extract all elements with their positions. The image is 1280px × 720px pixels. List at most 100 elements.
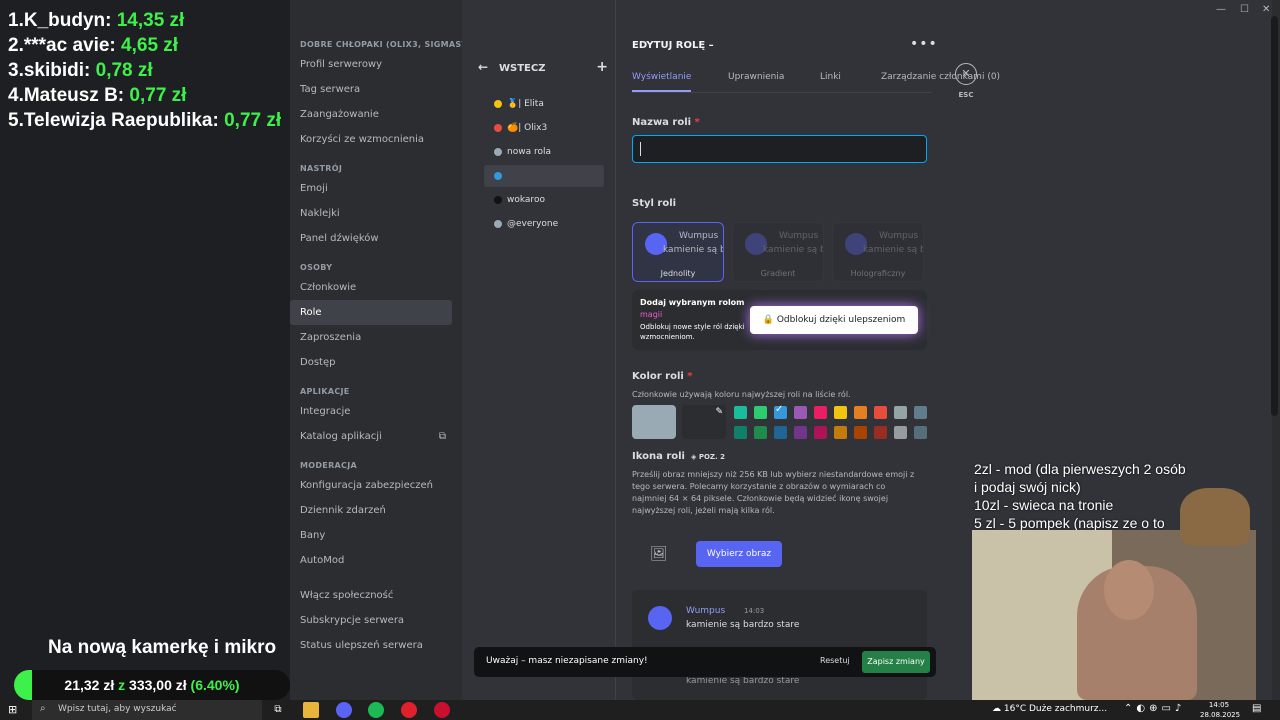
stream-overlay-panel: 1.K_budyn: 14,35 zł 2.***ac avie: 4,65 z… [0,0,290,700]
color-swatch[interactable] [914,406,927,419]
default-color-swatch[interactable] [632,405,676,439]
color-swatch[interactable] [874,426,887,439]
color-swatch[interactable] [794,426,807,439]
donor-amount: 0,77 zł [224,110,282,131]
reset-button[interactable]: Resetuj [820,656,850,665]
color-swatch[interactable] [814,406,827,419]
sidebar-item-server-subscriptions[interactable]: Subskrypcje serwera [290,608,452,633]
scrollbar[interactable] [1271,16,1278,416]
sidebar-item-server-tag[interactable]: Tag serwera [290,77,452,102]
unlock-boost-button[interactable]: 🔒 Odblokuj dzięki ulepszeniom [750,306,918,334]
obs-icon[interactable] [434,702,450,718]
sidebar-item-members[interactable]: Członkowie [290,275,452,300]
clock[interactable]: 14:05 28.08.2025 [1200,700,1240,720]
sidebar-item-stickers[interactable]: Naklejki [290,201,452,226]
sidebar-header-server: DOBRE CHŁOPAKI (OLIX3, SIGMAST... [300,40,462,49]
role-item[interactable]: 🥇| Elita [484,93,604,115]
color-swatch[interactable] [734,406,747,419]
role-item[interactable]: wokaroo [484,189,604,211]
color-swatch[interactable] [774,426,787,439]
role-name-input[interactable] [632,135,927,163]
notification-icon[interactable]: ▤ [1252,703,1261,714]
role-editor: EDYTUJ ROLĘ – ••• Wyświetlanie Uprawnien… [632,0,1000,700]
role-tabs: Wyświetlanie Uprawnienia Linki Zarządzan… [632,72,1000,92]
color-swatch[interactable] [754,426,767,439]
custom-color-swatch[interactable]: ✎ [682,405,726,439]
lock-icon: 🔒 [762,315,774,325]
donor-amount: 0,77 zł [129,85,187,106]
role-item[interactable]: @everyone [484,213,604,235]
style-option-gradient[interactable]: Wumpus kamienie są ba Gradient [732,222,824,282]
sidebar-item-safety-setup[interactable]: Konfiguracja zabezpieczeń [290,473,452,498]
minimize-icon[interactable]: — [1216,4,1226,15]
file-explorer-icon[interactable] [303,702,319,718]
sidebar-item-boost-perks[interactable]: Korzyści ze wzmocnienia [290,127,452,152]
color-swatch[interactable] [874,406,887,419]
label-text: Ikona roli [632,451,685,462]
role-item-selected[interactable] [484,165,604,187]
sidebar-item-integrations[interactable]: Integracje [290,399,452,424]
role-color-label: Kolor roli * [632,371,693,382]
role-color-dot [494,220,502,228]
color-swatch[interactable] [834,406,847,419]
taskbar-search[interactable]: ⌕ Wpisz tutaj, aby wyszukać [32,700,262,720]
role-item[interactable]: nowa rola [484,141,604,163]
role-name-label: Nazwa roli * [632,117,700,128]
sidebar-item-enable-community[interactable]: Włącz społeczność [290,583,452,608]
color-swatch[interactable] [854,426,867,439]
color-swatch[interactable] [894,406,907,419]
task-view-icon[interactable]: ⧉ [270,702,286,718]
color-swatch[interactable] [914,426,927,439]
close-button[interactable]: ✕ ESC [954,63,978,99]
sidebar-item-engagement[interactable]: Zaangażowanie [290,102,452,127]
sidebar-item-automod[interactable]: AutoMod [290,548,452,573]
color-swatch[interactable] [754,406,767,419]
goal-percent: (6.40%) [186,677,240,693]
tab-links[interactable]: Linki [820,72,841,92]
sidebar-item-bans[interactable]: Bany [290,523,452,548]
sidebar-item-access[interactable]: Dostęp [290,350,452,375]
goal-separator: z [114,677,130,693]
system-tray[interactable]: ⌃◐⊕▭♪ [1124,703,1185,714]
add-role-icon[interactable]: + [596,59,608,75]
sidebar-item-app-directory[interactable]: Katalog aplikacji ⧉ [290,424,452,449]
tab-manage-members[interactable]: Zarządzanie członkami (0) [881,72,1000,92]
color-swatch[interactable] [734,426,747,439]
color-swatch[interactable]: ✓ [774,404,787,419]
sidebar-item-audit-log[interactable]: Dziennik zdarzeń [290,498,452,523]
opera-icon[interactable] [401,702,417,718]
back-button[interactable]: ← WSTECZ + [478,59,608,78]
sidebar-item-boost-status[interactable]: Status ulepszeń serwera [290,633,452,658]
sidebar-item-emoji[interactable]: Emoji [290,176,452,201]
windows-taskbar: ⊞ ⌕ Wpisz tutaj, aby wyszukać ⧉ ☁ 16°C D… [0,700,1280,720]
sidebar-header-apps: APLIKACJE [300,387,350,396]
save-changes-button[interactable]: Zapisz zmiany [862,651,930,673]
upsell-description: Odblokuj nowe style ról dzięki wzmocnien… [640,323,745,341]
preview-username: Wumpus [686,606,726,616]
style-option-holographic[interactable]: Wumpus kamienie są ba Holograficzny [832,222,924,282]
choose-image-button[interactable]: Wybierz obraz [696,541,782,567]
windows-start-icon[interactable]: ⊞ [8,703,22,717]
more-options-icon[interactable]: ••• [910,36,938,52]
tab-display[interactable]: Wyświetlanie [632,72,692,92]
role-item[interactable]: 🍊| Olix3 [484,117,604,139]
sidebar-item-invites[interactable]: Zaproszenia [290,325,452,350]
color-swatch[interactable] [794,406,807,419]
sidebar-item-soundboard[interactable]: Panel dźwięków [290,226,452,251]
role-color-dot [494,124,502,132]
color-swatch[interactable] [894,426,907,439]
server-settings-sidebar: DOBRE CHŁOPAKI (OLIX3, SIGMAST... Profil… [290,0,462,700]
sidebar-item-roles[interactable]: Role [290,300,452,325]
preview-message: kamienie są ba [763,245,823,255]
maximize-icon[interactable]: ☐ [1240,4,1249,15]
sidebar-item-server-profile[interactable]: Profil serwerowy [290,52,452,77]
color-swatch[interactable] [814,426,827,439]
color-swatch[interactable] [834,426,847,439]
spotify-icon[interactable] [368,702,384,718]
style-option-solid[interactable]: Wumpus kamienie są ba Jednolity [632,222,724,282]
weather-widget[interactable]: ☁ 16°C Duże zachmurz... [992,704,1107,714]
tab-permissions[interactable]: Uprawnienia [728,72,784,92]
color-swatch[interactable] [854,406,867,419]
window-close-icon[interactable]: ✕ [1262,4,1270,15]
discord-icon[interactable] [336,702,352,718]
